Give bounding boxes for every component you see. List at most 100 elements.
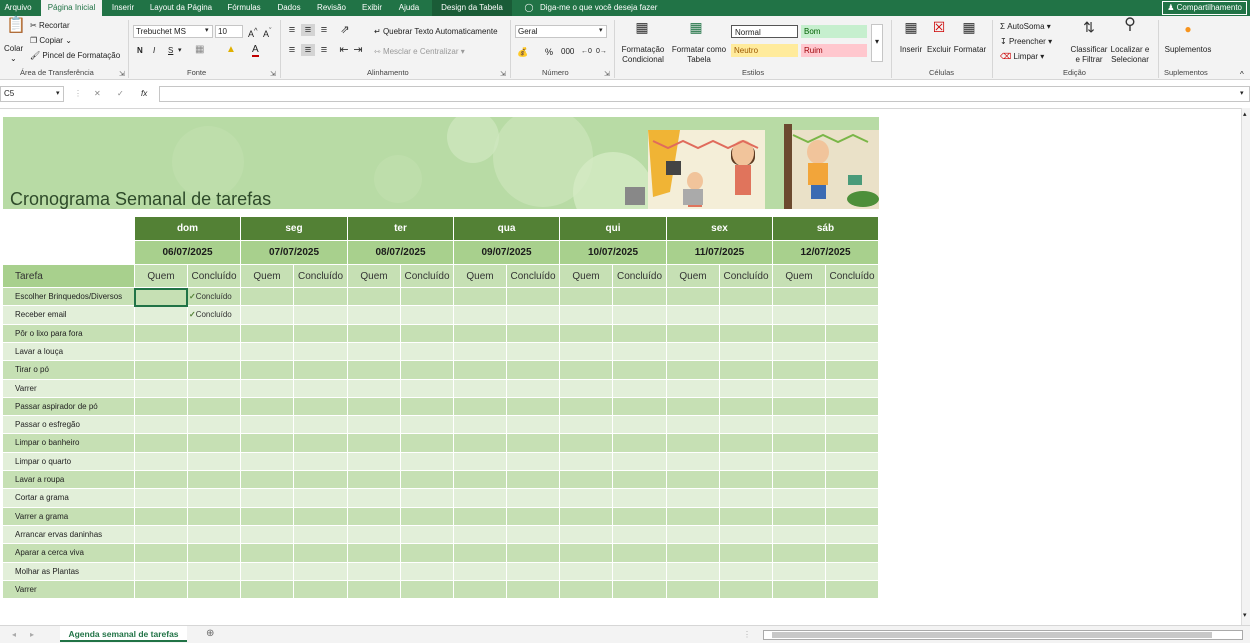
font-launcher-icon[interactable]: ⇲ bbox=[270, 70, 276, 78]
quem-cell[interactable] bbox=[773, 343, 826, 361]
concluido-cell[interactable] bbox=[294, 544, 348, 563]
concluido-cell[interactable] bbox=[188, 544, 241, 563]
clear-button[interactable]: ⌫ Limpar ▾ bbox=[1000, 52, 1044, 62]
format-as-table-label-1[interactable]: Formatar como bbox=[670, 45, 728, 55]
quem-cell[interactable] bbox=[667, 380, 720, 398]
task-name[interactable]: Arrancar ervas daninhas bbox=[3, 526, 135, 544]
concluido-cell[interactable] bbox=[507, 489, 560, 508]
concluido-cell[interactable] bbox=[294, 288, 348, 306]
scroll-down-icon[interactable]: ▾ bbox=[1243, 611, 1247, 621]
tab-arquivo[interactable]: Arquivo bbox=[0, 0, 36, 16]
quem-cell[interactable] bbox=[135, 526, 188, 544]
concluido-cell[interactable] bbox=[188, 380, 241, 398]
concluido-cell[interactable] bbox=[826, 361, 879, 380]
quem-cell[interactable] bbox=[667, 453, 720, 471]
concluido-cell[interactable] bbox=[613, 325, 667, 343]
quem-cell[interactable] bbox=[560, 398, 613, 416]
quem-cell[interactable] bbox=[348, 398, 401, 416]
concluido-cell[interactable] bbox=[294, 563, 348, 581]
quem-cell[interactable] bbox=[773, 288, 826, 306]
concluido-cell[interactable] bbox=[720, 398, 773, 416]
tab-formulas[interactable]: Fórmulas bbox=[224, 0, 264, 16]
collapse-ribbon-icon[interactable]: ^ bbox=[1240, 70, 1244, 80]
quem-cell[interactable] bbox=[454, 453, 507, 471]
quem-cell[interactable] bbox=[348, 471, 401, 489]
number-launcher-icon[interactable]: ⇲ bbox=[604, 70, 610, 78]
align-center-icon[interactable]: ≡ bbox=[301, 44, 315, 56]
concluido-cell[interactable] bbox=[401, 453, 454, 471]
addins-icon[interactable]: ● bbox=[1180, 23, 1196, 35]
quem-cell[interactable] bbox=[241, 544, 294, 563]
quem-cell[interactable] bbox=[348, 288, 401, 306]
sheet-tab-agenda[interactable]: Agenda semanal de tarefas bbox=[60, 626, 187, 642]
concluido-cell[interactable] bbox=[188, 325, 241, 343]
tab-inserir[interactable]: Inserir bbox=[108, 0, 138, 16]
style-ruim[interactable]: Ruim bbox=[801, 44, 867, 57]
concluido-cell[interactable] bbox=[401, 343, 454, 361]
concluido-cell[interactable] bbox=[294, 380, 348, 398]
concluido-cell[interactable] bbox=[613, 380, 667, 398]
quem-cell[interactable] bbox=[241, 306, 294, 325]
horizontal-scroll-thumb[interactable] bbox=[772, 632, 1212, 638]
tab-design-da-tabela[interactable]: Design da Tabela bbox=[432, 0, 512, 16]
quem-cell[interactable] bbox=[454, 325, 507, 343]
quem-cell[interactable] bbox=[667, 508, 720, 526]
concluido-cell[interactable] bbox=[613, 398, 667, 416]
tell-me-search[interactable]: Diga-me o que você deseja fazer bbox=[540, 0, 657, 16]
delete-cells-icon[interactable]: ☒ bbox=[931, 20, 947, 34]
concluido-cell[interactable] bbox=[188, 453, 241, 471]
concluido-cell[interactable] bbox=[401, 581, 454, 599]
quem-cell[interactable] bbox=[667, 306, 720, 325]
quem-cell[interactable] bbox=[667, 325, 720, 343]
quem-cell[interactable] bbox=[667, 526, 720, 544]
quem-cell[interactable] bbox=[348, 508, 401, 526]
concluido-cell[interactable] bbox=[507, 434, 560, 453]
quem-cell[interactable] bbox=[667, 563, 720, 581]
underline-button[interactable]: S bbox=[168, 46, 173, 56]
concluido-cell[interactable] bbox=[188, 471, 241, 489]
concluido-cell[interactable] bbox=[613, 563, 667, 581]
quem-cell[interactable] bbox=[135, 489, 188, 508]
quem-cell[interactable] bbox=[348, 361, 401, 380]
concluido-cell[interactable] bbox=[401, 544, 454, 563]
clipboard-launcher-icon[interactable]: ⇲ bbox=[119, 70, 125, 78]
quem-cell[interactable] bbox=[773, 563, 826, 581]
autosum-button[interactable]: Σ AutoSoma ▾ bbox=[1000, 22, 1051, 32]
find-select-label-2[interactable]: Selecionar bbox=[1106, 55, 1154, 65]
quem-cell[interactable] bbox=[560, 563, 613, 581]
concluido-cell[interactable] bbox=[826, 489, 879, 508]
quem-cell[interactable] bbox=[454, 508, 507, 526]
concluido-cell[interactable] bbox=[401, 325, 454, 343]
quem-cell[interactable] bbox=[348, 581, 401, 599]
tab-ajuda[interactable]: Ajuda bbox=[394, 0, 424, 16]
quem-cell[interactable] bbox=[348, 453, 401, 471]
concluido-cell[interactable] bbox=[294, 398, 348, 416]
concluido-cell[interactable] bbox=[613, 526, 667, 544]
quem-cell[interactable] bbox=[667, 581, 720, 599]
quem-cell[interactable] bbox=[241, 343, 294, 361]
quem-cell[interactable] bbox=[348, 526, 401, 544]
concluido-cell[interactable] bbox=[720, 526, 773, 544]
copy-button[interactable]: ❐ Copiar ⌄ bbox=[30, 36, 72, 46]
fill-button[interactable]: ↧ Preencher ▾ bbox=[1000, 37, 1052, 47]
concluido-cell[interactable] bbox=[720, 380, 773, 398]
add-sheet-icon[interactable]: ⊕ bbox=[206, 629, 214, 639]
concluido-cell[interactable] bbox=[507, 325, 560, 343]
delete-cells-button[interactable]: Excluir bbox=[925, 45, 953, 55]
quem-cell[interactable] bbox=[560, 508, 613, 526]
concluido-cell[interactable] bbox=[613, 306, 667, 325]
concluido-cell[interactable] bbox=[294, 489, 348, 508]
tab-exibir[interactable]: Exibir bbox=[357, 0, 387, 16]
concluido-cell[interactable] bbox=[294, 325, 348, 343]
concluido-cell[interactable] bbox=[294, 361, 348, 380]
concluido-cell[interactable] bbox=[720, 306, 773, 325]
concluido-cell[interactable] bbox=[188, 489, 241, 508]
concluido-cell[interactable] bbox=[826, 325, 879, 343]
quem-cell[interactable] bbox=[667, 361, 720, 380]
concluido-cell[interactable] bbox=[720, 471, 773, 489]
quem-cell[interactable] bbox=[773, 416, 826, 434]
concluido-cell[interactable] bbox=[294, 416, 348, 434]
quem-cell[interactable] bbox=[454, 471, 507, 489]
quem-cell[interactable] bbox=[560, 544, 613, 563]
concluido-cell[interactable] bbox=[720, 581, 773, 599]
